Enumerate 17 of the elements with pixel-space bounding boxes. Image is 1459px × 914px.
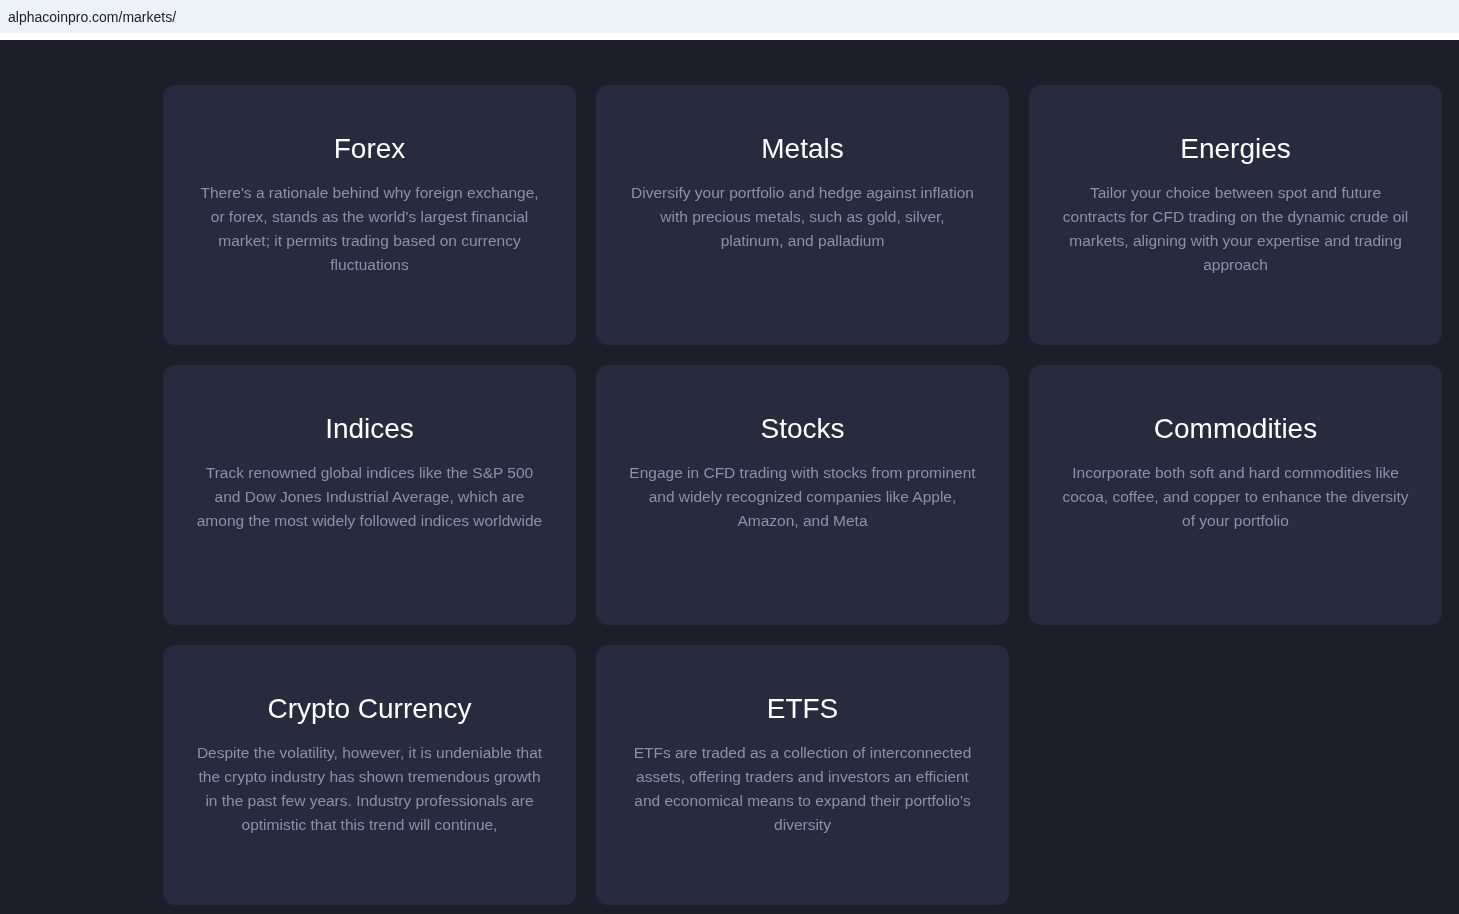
- card-title: ETFS: [765, 692, 840, 726]
- card-title: Metals: [760, 132, 845, 166]
- card-description: Tailor your choice between spot and future contracts for CFD trading on the dynamic crude oil markets, aligning with your expertise and trading approach: [1061, 183, 1410, 275]
- card-description: ETFs are traded as a collection of interconnected assets, offering traders and investors an efficient and economical means to expand their portfolio's diversity: [632, 743, 973, 835]
- card-title: Energies: [1179, 132, 1292, 166]
- card-title: Indices: [324, 412, 415, 446]
- card-description: Despite the volatility, however, it is undeniable that the crypto industry has shown tremendous growth in the past few years. Industry professionals are optimistic that this trend will continue,: [195, 743, 544, 835]
- address-bar[interactable]: alphacoinpro.com/markets/: [0, 0, 1459, 40]
- card-title: Forex: [332, 132, 407, 166]
- card-description: Engage in CFD trading with stocks from prominent and widely recognized companies like Apple, Amazon, and Meta: [628, 463, 977, 531]
- card-title: Commodities: [1152, 412, 1319, 446]
- card-description: Incorporate both soft and hard commodities like cocoa, coffee, and copper to enhance the diversity of your portfolio: [1061, 463, 1410, 531]
- card-description: Diversify your portfolio and hedge against inflation with precious metals, such as gold, silver, platinum, and palladium: [630, 183, 975, 251]
- card-title: Stocks: [759, 412, 846, 446]
- card-description: There's a rationale behind why foreign exchange, or forex, stands as the world's largest financial market; it permits trading based on currency fluctuations: [199, 183, 540, 275]
- card-title: Crypto Currency: [266, 692, 473, 726]
- card-description: Track renowned global indices like the S&P 500 and Dow Jones Industrial Average, which are among the most widely followed indices worldwide: [195, 463, 544, 531]
